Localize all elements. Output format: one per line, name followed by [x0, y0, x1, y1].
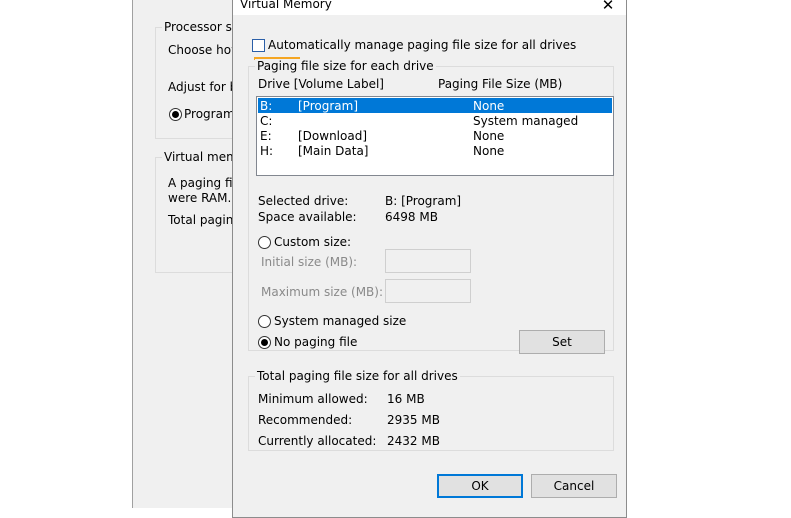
radio-selected-dot	[261, 339, 268, 346]
cancel-button[interactable]: Cancel	[531, 474, 617, 498]
auto-manage-label: Automatically manage paging file size fo…	[268, 38, 577, 52]
drive-label: [Main Data]	[298, 144, 369, 158]
maximum-size-label: Maximum size (MB):	[261, 285, 384, 299]
drive-row-c[interactable]: C: System managed	[258, 113, 612, 128]
drive-letter: C:	[260, 114, 273, 128]
selected-drive-value: B: [Program]	[385, 194, 462, 208]
programs-radio[interactable]	[169, 108, 182, 121]
space-available-label: Space available:	[258, 210, 357, 224]
ok-button[interactable]: OK	[437, 474, 523, 498]
custom-size-radio[interactable]	[258, 236, 271, 249]
dialog-titlebar: Virtual Memory ✕	[233, 0, 626, 15]
drive-list[interactable]: B: [Program] None C: System managed E: […	[256, 96, 614, 176]
drive-label: [Download]	[298, 129, 368, 143]
system-managed-radio[interactable]	[258, 315, 271, 328]
recommended-label: Recommended:	[258, 413, 353, 427]
radio-selected-dot	[172, 111, 179, 118]
drive-letter: E:	[260, 129, 272, 143]
drive-size: System managed	[473, 114, 579, 128]
currently-allocated-value: 2432 MB	[387, 434, 440, 448]
selected-drive-label: Selected drive:	[258, 194, 349, 208]
set-button[interactable]: Set	[519, 330, 605, 354]
close-icon: ✕	[601, 0, 615, 14]
minimum-allowed-value: 16 MB	[387, 392, 425, 406]
virtual-memory-dialog: Virtual Memory ✕ Automatically manage pa…	[232, 0, 627, 518]
choose-how-text: Choose how	[168, 43, 241, 57]
custom-size-label: Custom size:	[274, 235, 352, 249]
maximum-size-input[interactable]	[385, 279, 471, 303]
total-paging-text: Total paging	[168, 213, 241, 227]
drive-letter: H:	[260, 144, 274, 158]
performance-options-window: Processor sch Choose how Adjust for be P…	[132, 0, 267, 508]
drive-size: None	[473, 99, 505, 113]
no-paging-label: No paging file	[274, 335, 358, 349]
recommended-value: 2935 MB	[387, 413, 440, 427]
close-button[interactable]: ✕	[590, 0, 626, 15]
paging-file-text-2: were RAM.	[168, 191, 232, 205]
drive-size: None	[473, 144, 505, 158]
drive-column-header: Drive [Volume Label]	[258, 77, 384, 91]
no-paging-radio[interactable]	[258, 336, 271, 349]
drive-size: None	[473, 129, 505, 143]
currently-allocated-label: Currently allocated:	[258, 434, 377, 448]
drive-letter: B:	[260, 99, 273, 113]
minimum-allowed-label: Minimum allowed:	[258, 392, 368, 406]
total-paging-group-title: Total paging file size for all drives	[255, 369, 460, 383]
each-drive-group-title: Paging file size for each drive	[255, 59, 436, 73]
initial-size-label: Initial size (MB):	[261, 255, 358, 269]
drive-label: [Program]	[298, 99, 358, 113]
system-managed-label: System managed size	[274, 314, 407, 328]
initial-size-input[interactable]	[385, 249, 471, 273]
size-column-header: Paging File Size (MB)	[438, 77, 563, 91]
space-available-value: 6498 MB	[385, 210, 438, 224]
drive-row-h[interactable]: H: [Main Data] None	[258, 143, 612, 158]
drive-row-e[interactable]: E: [Download] None	[258, 128, 612, 143]
drive-row-b[interactable]: B: [Program] None	[258, 98, 612, 113]
dialog-title: Virtual Memory	[240, 0, 332, 11]
auto-manage-checkbox[interactable]	[252, 39, 265, 52]
